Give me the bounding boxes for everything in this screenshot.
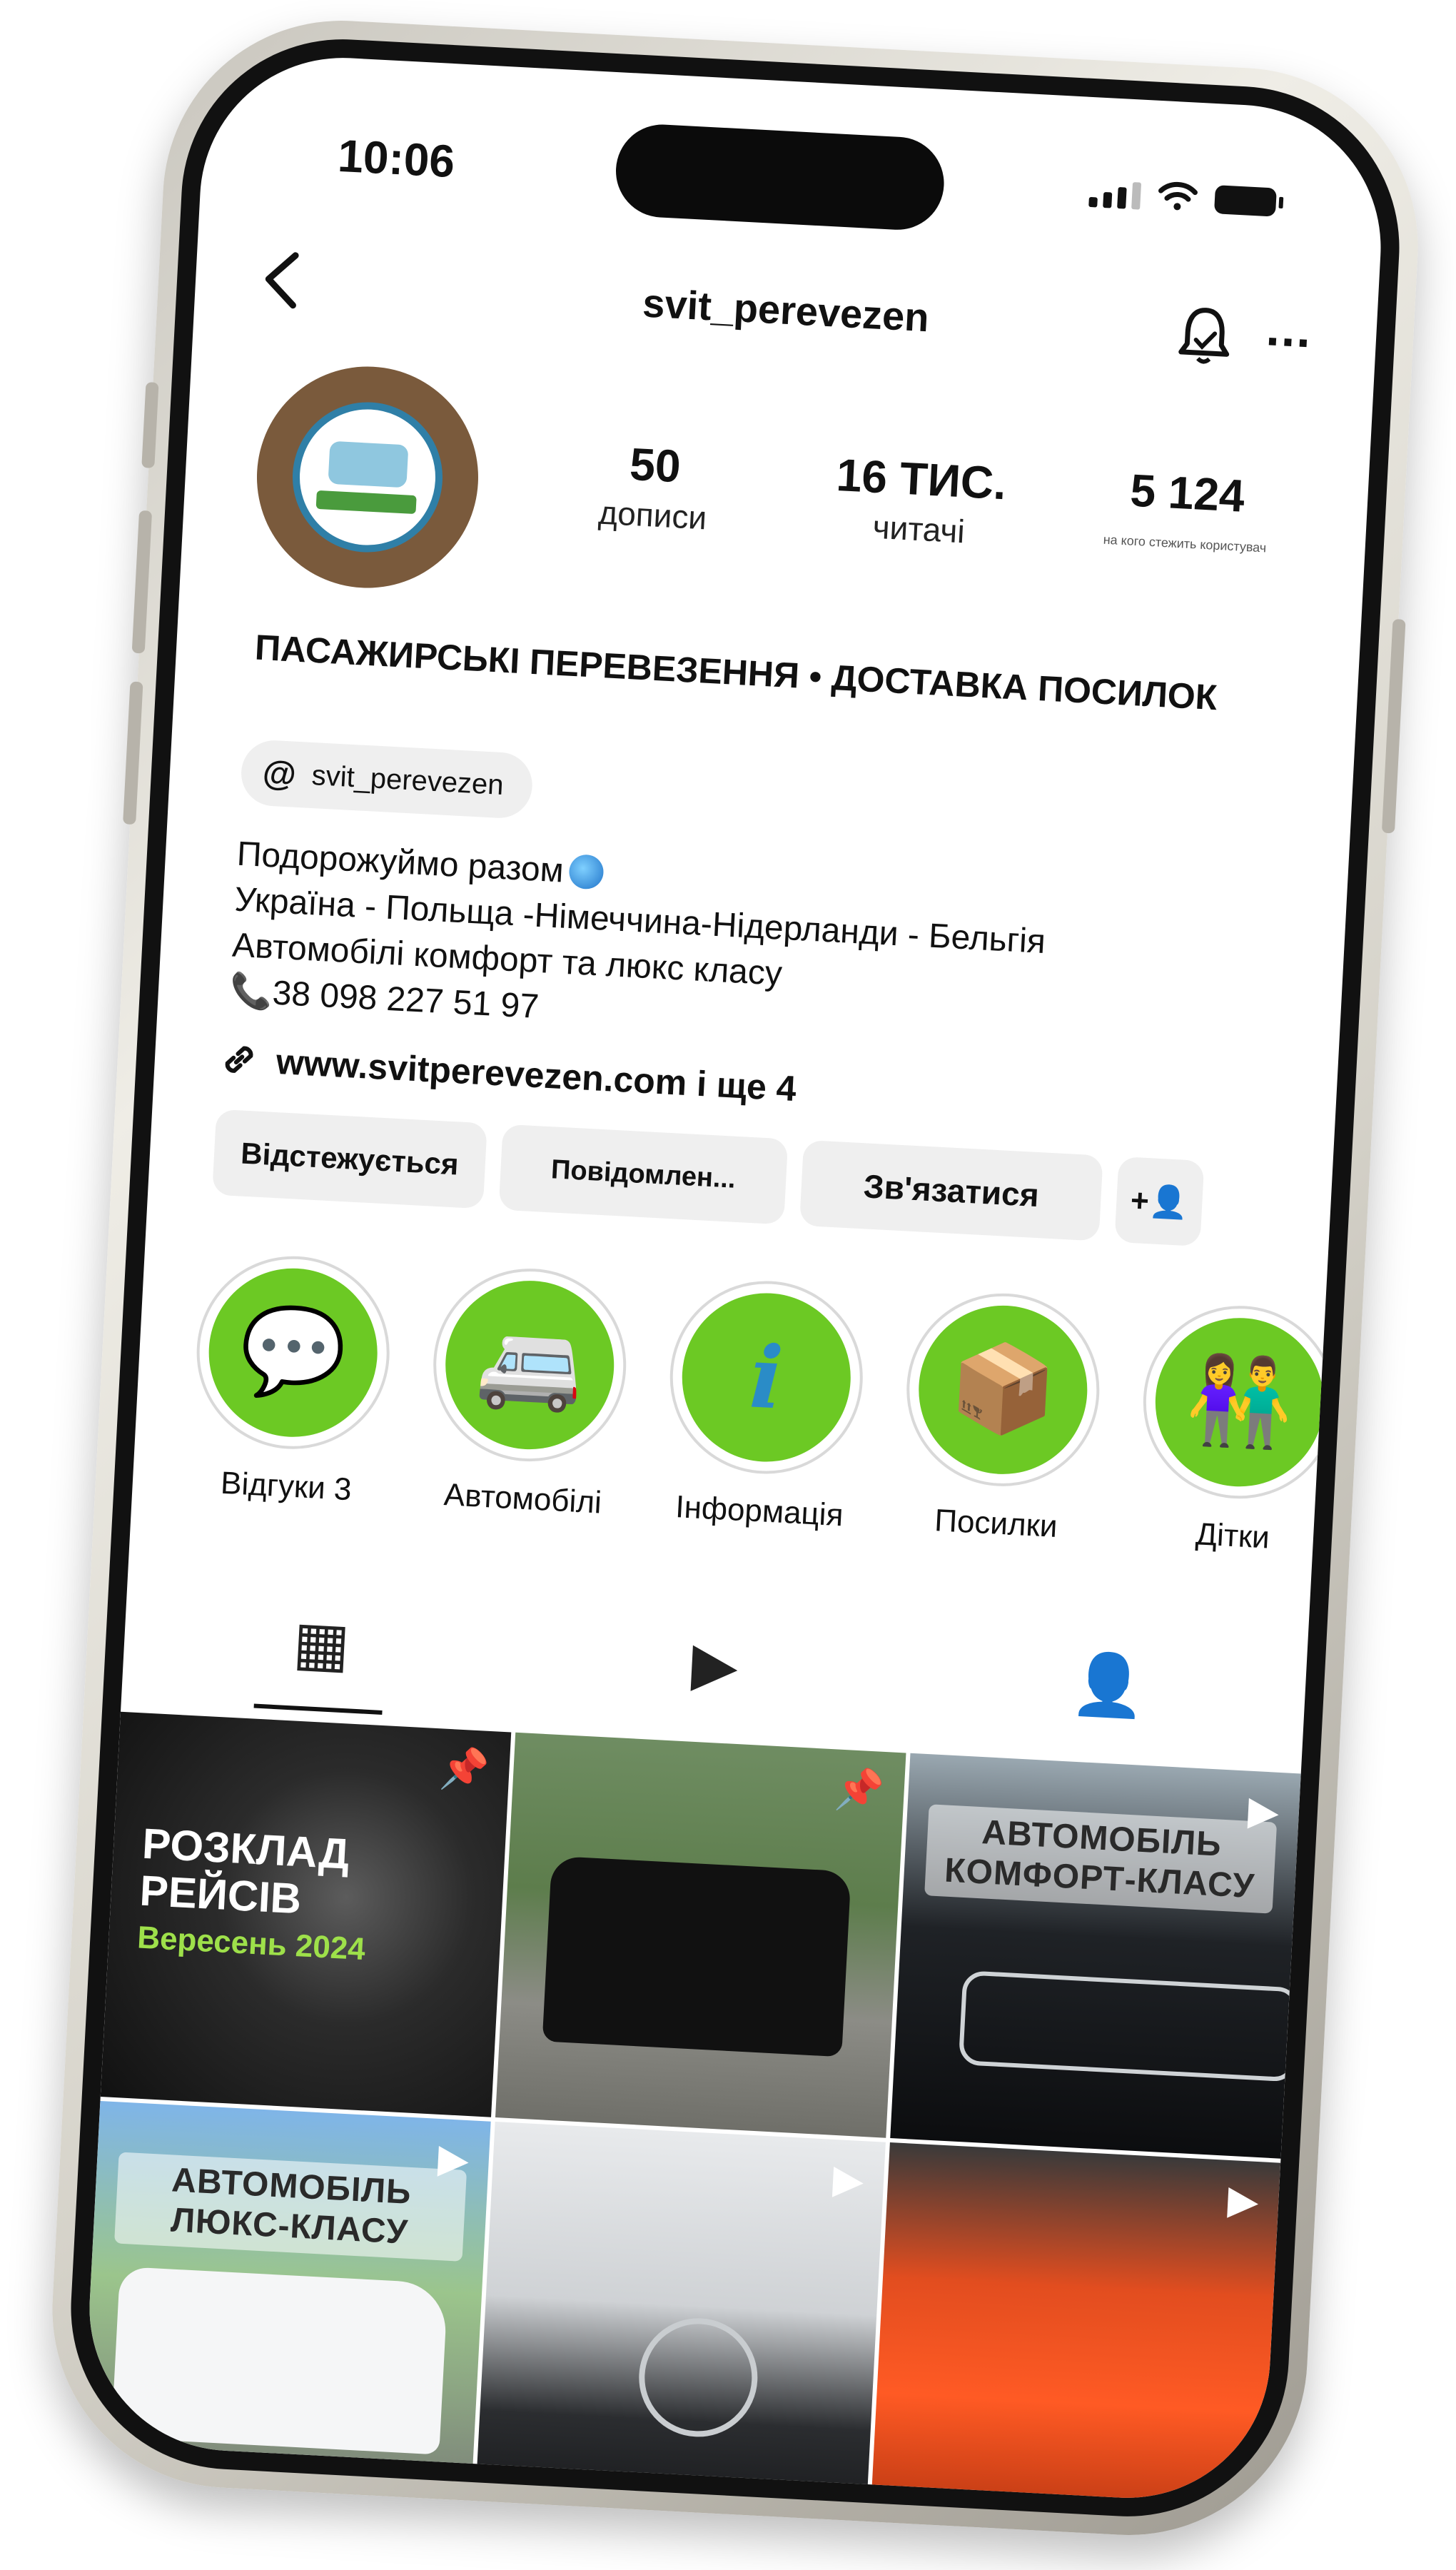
phone-mockup: 10:06 svit_perevezen ... 50 дописи 16 ТИ… <box>43 11 1427 2544</box>
tab-grid[interactable]: ▦ <box>177 1601 466 1686</box>
profile-link-text: www.svitperevezen.com і ще 4 <box>275 1041 797 1109</box>
post-tile[interactable]: АВТОМОБІЛЬ ЛЮКС-КЛАСУ ▶ <box>82 2101 491 2506</box>
tab-tagged[interactable]: 👤 <box>964 1642 1253 1728</box>
pin-icon: 📌 <box>438 1745 491 1793</box>
post-caption: АВТОМОБІЛЬ КОМФОРТ-КЛАСУ <box>924 1804 1278 1914</box>
reel-icon: ▶ <box>1226 2176 1260 2224</box>
posts-count[interactable]: 50 дописи <box>530 433 778 541</box>
bell-icon <box>1178 308 1230 364</box>
highlight-ring: 🚐 <box>428 1264 632 1466</box>
following-count[interactable]: 5 124 на кого стежить користувач <box>1063 460 1310 569</box>
post-tile[interactable]: РОЗКЛАД РЕЙСІВ Вересень 2024 📌 <box>100 1711 512 2117</box>
followers-count-label: читачі <box>871 508 966 550</box>
reel-icon: ▶ <box>1247 1787 1280 1834</box>
threads-handle: svit_perevezen <box>310 759 505 801</box>
avatar-logo <box>288 398 447 556</box>
highlight-ring: i <box>664 1276 868 1479</box>
story-highlights: 💬 Відгуки 3 🚐 Автомобілі i Інформація 📦 … <box>189 1251 1388 1563</box>
post-subtitle: Вересень 2024 <box>136 1920 367 1967</box>
notifications-button[interactable] <box>1174 302 1235 381</box>
tagged-icon: 👤 <box>1069 1648 1148 1720</box>
reel-icon: ▶ <box>831 2155 865 2203</box>
status-time: 10:06 <box>336 129 456 188</box>
highlight-ring: 📦 <box>901 1288 1105 1491</box>
tab-reels[interactable]: ▶ <box>570 1622 859 1707</box>
profile-bio: Подорожуймо разом Україна - Польща -Німе… <box>228 832 1307 1070</box>
highlight-reviews[interactable]: 💬 Відгуки 3 <box>189 1251 395 1510</box>
post-tile[interactable]: АВТОМОБІЛЬ КОМФОРТ-КЛАСУ ▶ <box>890 1753 1301 2159</box>
avatar-van-shape <box>328 440 409 488</box>
chat-icon: 💬 <box>204 1264 382 1441</box>
highlight-ring: 💬 <box>191 1251 395 1454</box>
post-logo-shape <box>636 2315 761 2440</box>
package-icon: 📦 <box>914 1301 1092 1478</box>
followers-count[interactable]: 16 ТИС. читачі <box>797 446 1044 555</box>
status-icons <box>1088 177 1277 217</box>
suggest-users-button[interactable]: +👤 <box>1114 1156 1205 1247</box>
highlight-cars[interactable]: 🚐 Автомобілі <box>425 1264 632 1522</box>
post-tile[interactable]: ▶ <box>475 2122 886 2506</box>
threads-icon: @ <box>261 753 298 794</box>
phone-screen: 10:06 svit_perevezen ... 50 дописи 16 ТИ… <box>82 50 1388 2506</box>
post-van-shape <box>111 2266 448 2455</box>
message-button[interactable]: Повідомлен... <box>498 1124 789 1225</box>
pin-icon: 📌 <box>833 1765 886 1813</box>
highlight-info[interactable]: i Інформація <box>662 1276 868 1535</box>
profile-avatar[interactable] <box>251 361 484 594</box>
contact-button[interactable]: Зв'язатися <box>799 1139 1103 1241</box>
threads-badge[interactable]: @ svit_perevezen <box>239 738 534 820</box>
kids-icon: 👫 <box>1151 1314 1328 1491</box>
reels-icon: ▶ <box>689 1629 740 1699</box>
post-caption: АВТОМОБІЛЬ ЛЮКС-КЛАСУ <box>114 2152 467 2262</box>
highlight-label: Автомобілі <box>443 1477 603 1521</box>
signal-icon <box>1088 180 1142 210</box>
battery-icon <box>1213 185 1277 217</box>
dynamic-island <box>613 122 946 233</box>
highlight-kids[interactable]: 👫 Дітки <box>1136 1301 1341 1559</box>
profile-actions: Відстежується Повідомлен... Зв'язатися +… <box>212 1109 1285 1251</box>
van-icon: 🚐 <box>441 1276 619 1454</box>
highlight-ring: 👫 <box>1138 1301 1341 1504</box>
link-icon <box>225 1046 253 1073</box>
post-tile[interactable]: ▶ <box>869 2142 1281 2506</box>
reel-icon: ▶ <box>437 2135 470 2182</box>
avatar-road-shape <box>315 490 417 515</box>
more-options-button[interactable]: ... <box>1265 299 1313 358</box>
post-grille-shape <box>958 1970 1300 2082</box>
following-button[interactable]: Відстежується <box>212 1109 487 1209</box>
globe-icon <box>568 854 605 890</box>
grid-icon: ▦ <box>291 1608 352 1679</box>
posts-count-value: 50 <box>628 438 682 493</box>
post-van-shape <box>542 1855 851 2057</box>
profile-link[interactable]: www.svitperevezen.com і ще 4 <box>218 1038 797 1109</box>
profile-name: ПАСАЖИРСЬКІ ПЕРЕВЕЗЕННЯ • ДОСТАВКА ПОСИЛ… <box>253 627 1218 718</box>
following-count-value: 5 124 <box>1128 464 1246 522</box>
following-count-label: на кого стежить користувач <box>1103 532 1267 555</box>
profile-stats: 50 дописи 16 ТИС. читачі 5 124 на кого с… <box>519 432 1322 569</box>
info-icon: i <box>677 1289 855 1466</box>
highlight-label: Посилки <box>934 1503 1058 1545</box>
post-title: РОЗКЛАД РЕЙСІВ <box>138 1819 351 1923</box>
highlight-label: Відгуки 3 <box>220 1465 353 1508</box>
highlight-parcels[interactable]: 📦 Посилки <box>899 1288 1105 1547</box>
posts-grid: РОЗКЛАД РЕЙСІВ Вересень 2024 📌 📌 АВТОМОБ… <box>82 1711 1301 2506</box>
post-tile[interactable]: 📌 <box>495 1732 906 2138</box>
highlight-label: Інформація <box>674 1489 844 1533</box>
posts-count-label: дописи <box>597 493 708 537</box>
followers-count-value: 16 ТИС. <box>835 448 1008 510</box>
highlight-label: Дітки <box>1195 1516 1271 1556</box>
wifi-icon <box>1158 181 1198 211</box>
